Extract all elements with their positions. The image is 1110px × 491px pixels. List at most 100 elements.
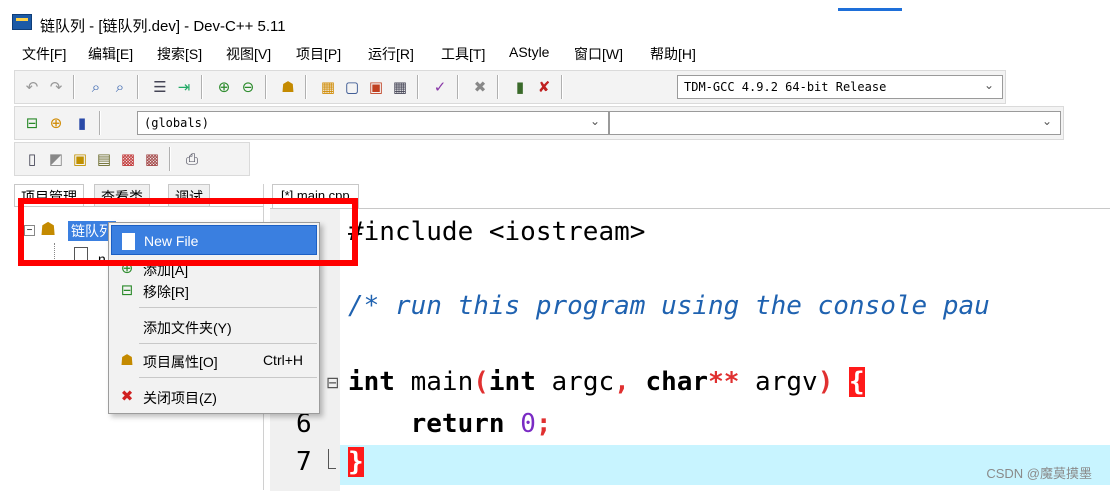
bookmark-icon[interactable]: ▮ [71,112,93,134]
menu-window[interactable]: 窗口[W] [574,44,623,64]
run-icon[interactable]: ▢ [341,76,363,98]
semicolon: ; [535,409,552,439]
window-title: 链队列 - [链队列.dev] - Dev-C++ 5.11 [40,18,286,35]
watermark: CSDN @魔莫摸墨 [986,466,1092,481]
toolbar-separator [73,75,75,99]
menu-view[interactable]: 视图[V] [226,44,271,64]
compile-icon[interactable]: ▦ [317,76,339,98]
code-line-include: #include <iostream> [348,217,645,247]
menu-item-project-properties[interactable]: ☗ 项目属性[O] Ctrl+H [111,345,317,375]
menu-tools[interactable]: 工具[T] [441,44,485,64]
toolbar-separator [137,75,139,99]
paren-open: ( [473,367,489,397]
pointer-stars: ** [708,367,740,397]
toolbar-separator [169,147,171,171]
close-file-icon[interactable]: ▩ [117,148,139,170]
rebuild-icon[interactable]: ▦ [389,76,411,98]
menu-file[interactable]: 文件[F] [22,44,66,64]
devcpp-app-icon [12,14,32,30]
menu-astyle[interactable]: AStyle [509,44,549,60]
code-editor[interactable]: #include <iostream> /* run this program … [270,208,1110,491]
undo-icon[interactable]: ↶ [21,76,43,98]
keyword-return: return [410,409,505,439]
menu-edit[interactable]: 编辑[E] [88,44,133,64]
open-file-icon[interactable]: ◩ [45,148,67,170]
profile-icon[interactable]: ▮ [509,76,531,98]
code-include-text: #include <iostream> [348,217,646,247]
chevron-down-icon: ⌄ [1041,114,1052,128]
fold-end-mark [328,449,336,469]
comma: , [614,367,630,397]
syntax-check-icon[interactable]: ✓ [429,76,451,98]
save-all-icon[interactable]: ▤ [93,148,115,170]
toolbar-separator [201,75,203,99]
toolbar-separator [305,75,307,99]
keyword-char: char [629,367,709,397]
code-line-main: int main(int argc, char** argv) { [348,367,865,397]
line-number-7: 7 [296,447,312,477]
code-line-return: return 0; [348,409,552,439]
scope-select[interactable]: (globals) ⌄ [137,111,609,135]
menu-item-shortcut: Ctrl+H [262,352,303,368]
menu-item-add-folder[interactable]: 添加文件夹(Y) [111,311,317,341]
code-line-close: } [348,447,364,477]
code-line-comment: /* run this program using the console pa… [348,291,990,321]
unindent-icon[interactable]: ⇥ [173,76,195,98]
menu-item-label: 关闭项目(Z) [143,390,217,406]
indent-icon[interactable]: ☰ [149,76,171,98]
menu-item-close-project[interactable]: ✖ 关闭项目(Z) [111,381,317,411]
menu-run[interactable]: 运行[R] [368,44,414,64]
menu-help[interactable]: 帮助[H] [650,44,696,64]
keyword-int-arg: int [488,367,536,397]
stop-icon[interactable]: ✖ [469,76,491,98]
fold-toggle-icon[interactable]: ⊟ [326,373,339,393]
identifier-main: main [394,367,474,397]
compile-run-icon[interactable]: ▣ [365,76,387,98]
brace-close: } [348,447,364,477]
menu-project[interactable]: 项目[P] [296,44,341,64]
toolbar-separator [561,75,563,99]
menu-separator [139,343,317,344]
menu-item-remove[interactable]: ⊟ 移除[R] [111,275,317,305]
add-to-project-icon[interactable]: ⊕ [213,76,235,98]
replace-icon[interactable]: ⌕ [109,76,131,98]
remove-from-project-icon[interactable]: ⊖ [237,76,259,98]
compiler-select[interactable]: TDM-GCC 4.9.2 64-bit Release ⌄ [677,75,1003,99]
chevron-down-icon: ⌄ [983,78,994,92]
new-file-icon[interactable]: ▯ [21,148,43,170]
properties-icon: ☗ [120,352,134,369]
title-accent [838,8,902,11]
identifier-argv: argv [739,367,818,397]
find-icon[interactable]: ⌕ [85,76,107,98]
save-icon[interactable]: ▣ [69,148,91,170]
menu-separator [139,307,317,308]
toolbar-separator [497,75,499,99]
close-project-icon: ✖ [120,388,134,405]
class-toolbar: ⊟ ⊕ ▮ (globals) ⌄ ⌄ [14,106,1064,140]
toolbar-separator [417,75,419,99]
main-toolbar: ↶ ↷ ⌕ ⌕ ☰ ⇥ ⊕ ⊖ ☗ ▦ ▢ ▣ ▦ ✓ ✖ ▮ ✘ TDM-GC… [14,70,1006,104]
chevron-down-icon: ⌄ [589,114,600,128]
menu-separator [139,377,317,378]
menu-item-label: 移除[R] [143,284,189,300]
compiler-select-value: TDM-GCC 4.9.2 64-bit Release [684,80,887,94]
number-zero: 0 [520,409,536,439]
redo-icon[interactable]: ↷ [45,76,67,98]
paren-close: ) [817,367,834,397]
identifier-argc: argc [535,367,615,397]
remove-icon: ⊟ [120,282,134,299]
file-toolbar: ▯ ◩ ▣ ▤ ▩ ▩ ⎙ [14,142,250,176]
member-select[interactable]: ⌄ [609,111,1061,135]
delete-profile-icon[interactable]: ✘ [533,76,555,98]
menu-search[interactable]: 搜索[S] [157,44,202,64]
close-all-icon[interactable]: ▩ [141,148,163,170]
brace-open: { [849,367,865,397]
menu-item-label: 添加文件夹(Y) [143,320,232,336]
toolbar-separator [457,75,459,99]
scope-select-value: (globals) [144,116,210,130]
print-icon[interactable]: ⎙ [181,148,203,170]
insert-icon[interactable]: ⊕ [45,112,67,134]
menu-item-label: 项目属性[O] [143,354,218,370]
project-options-icon[interactable]: ☗ [277,76,299,98]
goto-icon[interactable]: ⊟ [21,112,43,134]
